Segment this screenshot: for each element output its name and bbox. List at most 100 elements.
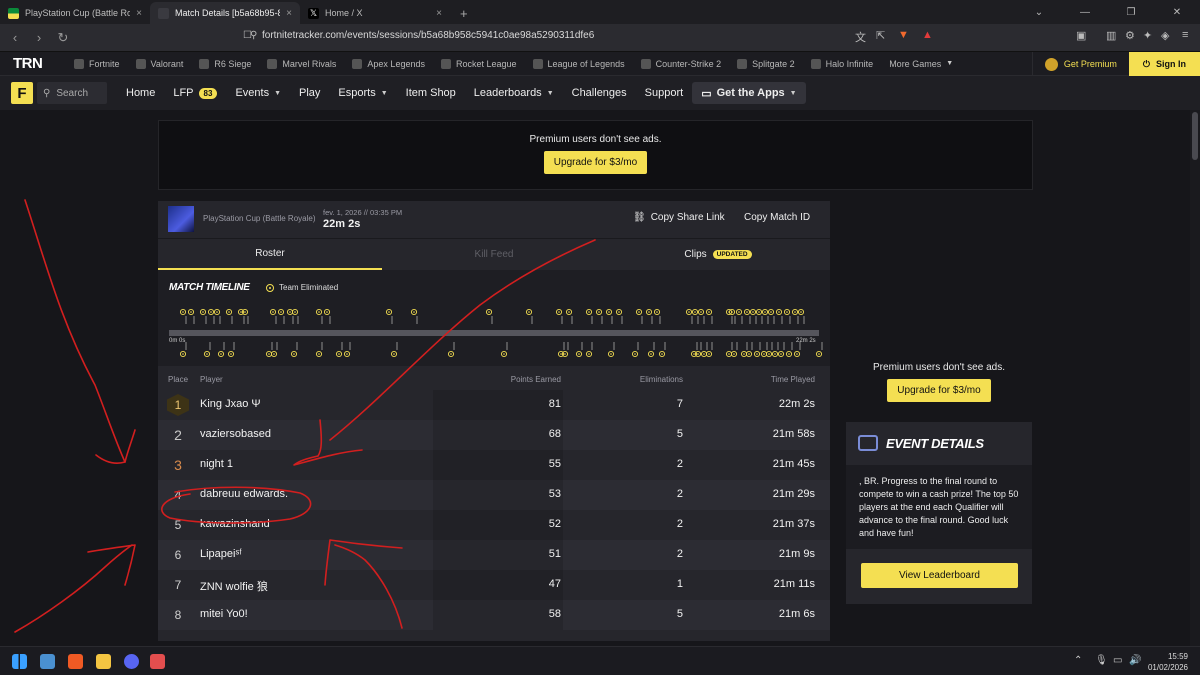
page-scrollbar[interactable] (1190, 110, 1200, 646)
marker-center (618, 311, 620, 313)
roster-table: 1 King Jxao Ψ 81 7 22m 2s 2 vaziersobased 68 5 21… (158, 390, 830, 630)
upgrade-button[interactable]: Upgrade for $3/mo (543, 151, 648, 174)
close-tab-icon[interactable]: × (286, 8, 292, 19)
get-apps-button[interactable]: ▭ Get the Apps ▼ (692, 82, 806, 104)
brave-browser-icon[interactable] (68, 654, 83, 669)
maximize-icon[interactable]: ❐ (1108, 0, 1154, 24)
menu-icon[interactable]: ≡ (1182, 29, 1188, 41)
player-name[interactable]: night 1 (200, 458, 233, 470)
search-input[interactable]: ⚲ Search (37, 82, 107, 104)
table-row[interactable]: 8 mitei Yo0! 58 5 21m 6s (158, 600, 830, 630)
game-tab[interactable]: Counter-Strike 2 (633, 52, 730, 76)
table-row[interactable]: 7 ZNN wolfie 狼 47 1 21m 11s (158, 570, 830, 600)
view-leaderboard-button[interactable]: View Leaderboard (861, 563, 1018, 588)
player-name[interactable]: kawazinshand (200, 518, 270, 530)
new-tab-icon[interactable]: + (450, 6, 478, 24)
copy-match-id-button[interactable]: Copy Match ID (744, 212, 810, 223)
table-row[interactable]: 4 dabreuu edwards. 53 2 21m 29s (158, 480, 830, 510)
leo-ai-icon[interactable]: ✦ (1143, 29, 1152, 42)
site-info-icon[interactable]: ⚲ (250, 30, 257, 41)
game-tab[interactable]: Apex Legends (344, 52, 433, 76)
translate-icon[interactable]: 文 (855, 29, 866, 45)
game-tab[interactable]: League of Legends (525, 52, 633, 76)
game-tab[interactable]: Valorant (128, 52, 192, 76)
sidebar-icon[interactable]: ▥ (1106, 29, 1116, 42)
share-icon[interactable]: ⇱ (876, 29, 885, 42)
tab-search-icon[interactable]: ⌄ (1016, 0, 1062, 24)
game-tab-label: Marvel Rivals (282, 58, 337, 69)
tab-roster[interactable]: Roster (158, 239, 382, 270)
back-icon[interactable]: ‹ (8, 30, 22, 45)
player-name[interactable]: Lipapeiˢᶠ (200, 548, 242, 560)
tab-kill-feed[interactable]: Kill Feed (382, 239, 606, 270)
game-tab[interactable]: Splitgate 2 (729, 52, 803, 76)
game-tab-label: Halo Infinite (825, 58, 874, 69)
game-tab[interactable]: Halo Infinite (803, 52, 882, 76)
table-row[interactable]: 5 kawazinshand 52 2 21m 37s (158, 510, 830, 540)
forward-icon[interactable]: › (32, 30, 46, 45)
timeline-track[interactable] (158, 300, 830, 358)
marker-center (708, 353, 710, 355)
player-name[interactable]: King Jxao Ψ (200, 398, 261, 410)
widgets-icon[interactable] (40, 654, 55, 669)
player-name[interactable]: dabreuu edwards. (200, 488, 288, 500)
fortnite-tracker-logo[interactable]: F (11, 82, 33, 104)
table-row[interactable]: 6 Lipapeiˢᶠ 51 2 21m 9s (158, 540, 830, 570)
browser-tab[interactable]: 𝕏 Home / X × (300, 2, 450, 24)
search-placeholder: Search (56, 87, 89, 99)
get-premium-button[interactable]: Get Premium (1031, 52, 1129, 76)
player-name[interactable]: vaziersobased (200, 428, 271, 440)
event-name[interactable]: PlayStation Cup (Battle Royale) (203, 214, 316, 223)
scrollbar-thumb[interactable] (1192, 112, 1198, 160)
browser-tab-active[interactable]: Match Details [b5a68b95-8c59-4 × (150, 2, 300, 24)
network-icon[interactable]: ▭ (1113, 655, 1122, 666)
game-tab[interactable]: More Games ▼ (881, 52, 961, 76)
url-input[interactable]: fortnitetracker.com/events/sessions/b5a6… (262, 30, 594, 41)
rewards-icon[interactable]: ▲ (922, 29, 933, 41)
browser-tab[interactable]: PlayStation Cup (Battle Royale) in Bra × (0, 2, 150, 24)
points-cell: 58 (548, 608, 561, 620)
minimize-icon[interactable]: — (1062, 0, 1108, 24)
system-clock[interactable]: 15:59 01/02/2026 (1148, 651, 1188, 673)
tab-clips[interactable]: Clips UPDATED (606, 239, 830, 270)
nav-esports[interactable]: Esports ▼ (329, 76, 396, 110)
nav-support[interactable]: Support (636, 76, 693, 110)
nav-leaderboards[interactable]: Leaderboards ▼ (465, 76, 563, 110)
game-tab[interactable]: R6 Siege (191, 52, 259, 76)
close-window-icon[interactable]: ✕ (1154, 0, 1200, 24)
extensions-icon[interactable]: ⚙ (1125, 29, 1135, 42)
player-name[interactable]: ZNN wolfie 狼 (200, 578, 268, 594)
file-explorer-icon[interactable] (96, 654, 111, 669)
nav-play[interactable]: Play (290, 76, 329, 110)
brave-shield-icon[interactable]: ▼ (898, 29, 909, 41)
volume-icon[interactable]: 🔊 (1129, 655, 1141, 666)
sign-in-button[interactable]: ⏻ Sign In (1128, 52, 1200, 76)
nav-lfp[interactable]: LFP 83 (164, 76, 226, 110)
vpn-icon[interactable]: ◈ (1161, 29, 1169, 42)
nav-item-shop[interactable]: Item Shop (397, 76, 465, 110)
discord-icon[interactable] (124, 654, 139, 669)
table-row[interactable]: 1 King Jxao Ψ 81 7 22m 2s (158, 390, 830, 420)
copy-share-link-button[interactable]: ⛓ Copy Share Link (633, 212, 725, 223)
windows-start-icon[interactable] (12, 654, 27, 669)
nav-home[interactable]: Home (117, 76, 164, 110)
marker-center (818, 353, 820, 355)
player-name[interactable]: mitei Yo0! (200, 608, 248, 620)
close-tab-icon[interactable]: × (436, 8, 442, 19)
screenshot-icon[interactable]: ▣ (1076, 29, 1086, 42)
reload-icon[interactable]: ↻ (56, 30, 70, 46)
close-tab-icon[interactable]: × (136, 8, 142, 19)
chevron-up-icon[interactable]: ⌃ (1074, 655, 1082, 666)
game-tab[interactable]: Rocket League (433, 52, 525, 76)
trn-logo[interactable]: TRN (0, 55, 66, 72)
game-tab[interactable]: Fortnite (66, 52, 128, 76)
microphone-icon[interactable]: 🎙 (1095, 655, 1108, 666)
snipping-tool-icon[interactable] (150, 654, 165, 669)
table-row[interactable]: 2 vaziersobased 68 5 21m 58s (158, 420, 830, 450)
game-tab[interactable]: Marvel Rivals (259, 52, 344, 76)
premium-coin-icon (1044, 57, 1058, 71)
table-row[interactable]: 3 night 1 55 2 21m 45s (158, 450, 830, 480)
nav-events[interactable]: Events ▼ (226, 76, 290, 110)
nav-challenges[interactable]: Challenges (563, 76, 636, 110)
upgrade-button[interactable]: Upgrade for $3/mo (887, 379, 991, 402)
